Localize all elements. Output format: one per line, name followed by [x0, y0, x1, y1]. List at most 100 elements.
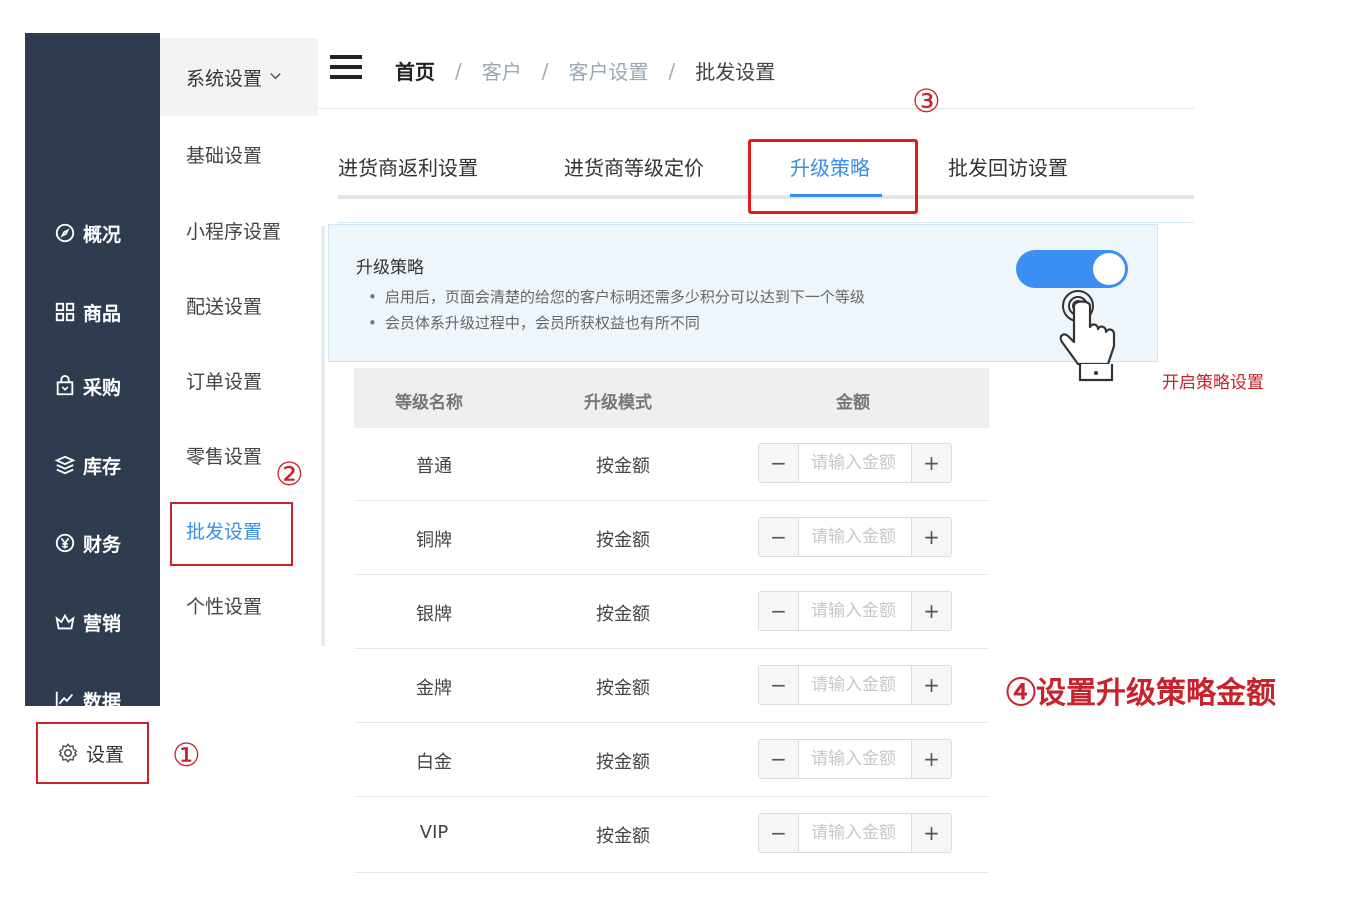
increment-button[interactable]: + — [911, 740, 951, 778]
submenu-header[interactable]: 系统设置 — [160, 38, 318, 116]
amount-input[interactable] — [799, 740, 911, 778]
row-divider — [354, 796, 989, 797]
row-level-name: 普通 — [416, 456, 452, 477]
increment-button[interactable]: + — [911, 814, 951, 852]
nav-item-label: 商品 — [83, 302, 122, 325]
nav-item-inventory[interactable]: 库存 — [25, 445, 160, 485]
submenu-item-basic[interactable]: 基础设置 — [186, 141, 262, 168]
amount-stepper: − + — [758, 443, 952, 483]
decrement-button[interactable]: − — [759, 740, 799, 778]
layers-icon — [53, 453, 77, 477]
column-header-mode: 升级模式 — [584, 393, 652, 413]
gear-icon — [56, 741, 80, 765]
amount-stepper: − + — [758, 591, 952, 631]
row-level-name: VIP — [419, 822, 449, 843]
menu-toggle-icon[interactable] — [330, 55, 362, 79]
annotation-step-3: ③ — [912, 82, 941, 120]
decrement-button[interactable]: − — [759, 444, 799, 482]
annotation-step-4: ④设置升级策略金额 — [1006, 676, 1276, 711]
amount-stepper: − + — [758, 665, 952, 705]
amount-stepper: − + — [758, 517, 952, 557]
toggle-knob — [1093, 253, 1125, 285]
tab-rebate[interactable]: 进货商返利设置 — [338, 152, 478, 181]
strategy-bullet: 启用后，页面会清楚的给您的客户标明还需多少积分可以达到下一个等级 — [368, 286, 865, 307]
decrement-button[interactable]: − — [759, 592, 799, 630]
submenu-divider — [321, 226, 325, 646]
amount-stepper: − + — [758, 813, 952, 853]
nav-item-label: 营销 — [83, 612, 122, 635]
submenu-title: 系统设置 — [186, 67, 263, 90]
row-level-name: 金牌 — [416, 678, 452, 699]
column-header-level: 等级名称 — [395, 393, 463, 413]
decrement-button[interactable]: − — [759, 518, 799, 556]
breadcrumb-separator: / — [541, 58, 549, 83]
nav-item-settings[interactable]: 设置 — [36, 722, 149, 784]
breadcrumb-customer-settings[interactable]: 客户设置 — [569, 56, 649, 85]
row-divider — [354, 722, 989, 723]
annotation-step-1: ① — [172, 736, 201, 774]
row-level-name: 铜牌 — [416, 530, 452, 551]
row-upgrade-mode: 按金额 — [596, 456, 650, 477]
grid-icon — [53, 300, 77, 324]
row-level-name: 白金 — [416, 752, 452, 773]
breadcrumb: 首页 / 客户 / 客户设置 / 批发设置 — [395, 56, 775, 85]
row-level-name: 银牌 — [416, 604, 452, 625]
nav-item-finance[interactable]: 财务 — [25, 523, 160, 563]
decrement-button[interactable]: − — [759, 814, 799, 852]
chart-icon — [53, 688, 77, 712]
highlight-box-tab — [748, 139, 918, 214]
breadcrumb-customer[interactable]: 客户 — [482, 56, 522, 85]
header-divider — [318, 108, 1194, 109]
main-nav: 概况 商品 采购 库存 财务 营销 数据 — [25, 33, 160, 713]
column-header-amount: 金额 — [836, 393, 870, 413]
increment-button[interactable]: + — [911, 444, 951, 482]
row-upgrade-mode: 按金额 — [596, 678, 650, 699]
nav-item-label: 采购 — [83, 376, 122, 399]
amount-input[interactable] — [799, 592, 911, 630]
submenu-item-retail[interactable]: 零售设置 — [186, 442, 262, 469]
breadcrumb-home[interactable]: 首页 — [395, 56, 435, 85]
submenu-item-delivery[interactable]: 配送设置 — [186, 292, 262, 319]
bag-icon — [53, 374, 77, 398]
compass-icon — [53, 221, 77, 245]
strategy-bullet: 会员体系升级过程中，会员所获权益也有所不同 — [368, 312, 700, 333]
yen-icon — [53, 531, 77, 555]
increment-button[interactable]: + — [911, 592, 951, 630]
submenu-item-personal[interactable]: 个性设置 — [186, 592, 262, 619]
row-divider — [354, 872, 989, 873]
amount-input[interactable] — [799, 444, 911, 482]
strategy-title: 升级策略 — [356, 258, 424, 278]
pointing-hand-icon — [1059, 290, 1116, 382]
amount-input[interactable] — [799, 666, 911, 704]
annotation-step-2: ② — [275, 455, 304, 493]
increment-button[interactable]: + — [911, 666, 951, 704]
nav-item-data[interactable]: 数据 — [25, 680, 160, 720]
row-upgrade-mode: 按金额 — [596, 752, 650, 773]
breadcrumb-separator: / — [668, 58, 676, 83]
chevron-down-icon — [268, 68, 283, 87]
submenu-item-order[interactable]: 订单设置 — [186, 367, 262, 394]
decrement-button[interactable]: − — [759, 666, 799, 704]
nav-item-purchase[interactable]: 采购 — [25, 366, 160, 406]
breadcrumb-current: 批发设置 — [695, 60, 776, 84]
amount-input[interactable] — [799, 518, 911, 556]
tab-revisit[interactable]: 批发回访设置 — [948, 152, 1068, 181]
highlight-box-wholesale — [170, 502, 293, 566]
row-upgrade-mode: 按金额 — [596, 826, 650, 847]
nav-item-products[interactable]: 商品 — [25, 292, 160, 332]
nav-item-label: 数据 — [83, 690, 122, 713]
strategy-toggle-switch[interactable] — [1016, 250, 1128, 288]
nav-item-label: 库存 — [83, 455, 122, 478]
row-divider — [354, 648, 989, 649]
amount-input[interactable] — [799, 814, 911, 852]
screenshot-stage: 概况 商品 采购 库存 财务 营销 数据 设置 系统设置 基础设置 小程序设置 … — [0, 0, 1353, 911]
nav-item-overview[interactable]: 概况 — [25, 213, 160, 253]
nav-item-marketing[interactable]: 营销 — [25, 602, 160, 642]
amount-stepper: − + — [758, 739, 952, 779]
submenu-item-miniprogram[interactable]: 小程序设置 — [186, 217, 281, 244]
tab-level-pricing[interactable]: 进货商等级定价 — [564, 152, 704, 181]
crown-icon — [53, 610, 77, 634]
row-upgrade-mode: 按金额 — [596, 604, 650, 625]
nav-settings-label: 设置 — [86, 743, 125, 766]
increment-button[interactable]: + — [911, 518, 951, 556]
